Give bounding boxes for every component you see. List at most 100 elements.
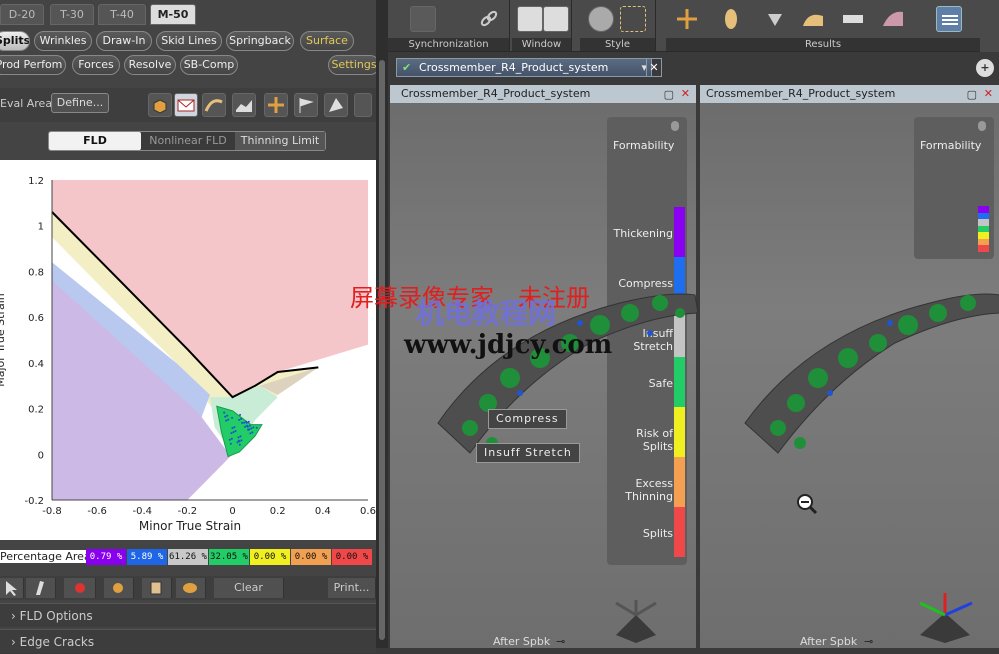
- close-icon[interactable]: ✕: [681, 85, 690, 103]
- callout-compress: Compress: [488, 409, 567, 429]
- strain-point: [247, 420, 250, 423]
- tab-springback[interactable]: Springback: [226, 31, 294, 51]
- document-tab[interactable]: ✔ Crossmember_R4_Product_system ▾: [396, 58, 652, 77]
- box-view-icon[interactable]: [148, 93, 172, 117]
- tab-sb-comp[interactable]: SB-Comp: [180, 55, 238, 75]
- shaded-sphere-icon[interactable]: [588, 6, 614, 32]
- pointer-icon[interactable]: [0, 578, 24, 598]
- trim-results-icon[interactable]: [762, 6, 788, 32]
- y-axis-label: Major True Strain: [0, 293, 7, 387]
- group-style: Style: [580, 0, 656, 52]
- callout-insuff-stretch: Insuff Stretch: [476, 443, 580, 463]
- close-tab-icon[interactable]: ✕: [646, 58, 662, 77]
- pin-icon[interactable]: ⊸: [556, 635, 565, 648]
- strain-point: [237, 436, 240, 439]
- tab-splits[interactable]: Splits: [0, 31, 30, 51]
- section-results-icon[interactable]: [674, 6, 700, 32]
- viewport-2[interactable]: Crossmember_R4_Product_system ▢ ✕ Formab…: [700, 85, 999, 648]
- settings-button[interactable]: Settings: [328, 55, 380, 75]
- variant-tab-m-50[interactable]: M-50: [150, 4, 196, 25]
- more-icon[interactable]: [354, 93, 372, 117]
- pen-icon[interactable]: [26, 578, 56, 598]
- viewport-1[interactable]: Crossmember_R4_Product_system ▢ ✕ Formab…: [390, 85, 699, 648]
- maximize-icon[interactable]: ▢: [967, 86, 977, 104]
- maximize-icon[interactable]: ▢: [664, 86, 674, 104]
- tab-fld[interactable]: FLD: [49, 132, 141, 150]
- strain-point: [240, 439, 243, 442]
- strain-point: [223, 411, 226, 414]
- layers-icon[interactable]: [936, 6, 962, 32]
- measure-icon[interactable]: [104, 578, 134, 598]
- print-button[interactable]: Print...: [328, 578, 376, 598]
- strain-point: [234, 430, 237, 433]
- surface-results-icon[interactable]: [800, 6, 826, 32]
- strain-point: [225, 419, 228, 422]
- tab-resolve[interactable]: Resolve: [124, 55, 176, 75]
- panel-splitter[interactable]: [376, 0, 388, 648]
- legend-label: Thickening: [613, 227, 673, 240]
- x-tick-label: 0.2: [270, 506, 286, 517]
- link-icon[interactable]: [476, 6, 502, 32]
- flag-icon[interactable]: [294, 93, 318, 117]
- section-edge-cracks[interactable]: › Edge Cracks: [0, 629, 376, 653]
- percentage-cell: 0.00 %: [250, 549, 290, 565]
- tab-thinning-limit[interactable]: Thinning Limit: [235, 132, 325, 150]
- y-tick-label: 0: [38, 450, 44, 461]
- blank-results-icon[interactable]: [718, 6, 744, 32]
- fld-chart-svg: -0.8 -0.6 -0.4 -0.2 0 0.2 0.4 0.6 1.2 1 0.8 0.6 0.4 0…: [0, 176, 376, 533]
- splitter-handle[interactable]: [379, 60, 385, 640]
- tab-surface[interactable]: Surface: [300, 31, 354, 51]
- variant-tab-t-40[interactable]: T-40: [98, 4, 146, 25]
- contour-results-icon[interactable]: [880, 6, 906, 32]
- section-cut-icon[interactable]: [264, 93, 288, 117]
- curve-surface-icon[interactable]: [202, 93, 226, 117]
- sync-view-icon[interactable]: [410, 6, 436, 32]
- pin-icon[interactable]: [978, 121, 986, 131]
- section-fld-options[interactable]: › FLD Options: [0, 603, 376, 627]
- record-icon[interactable]: [64, 578, 96, 598]
- group-label-synchronization: Synchronization: [388, 38, 509, 51]
- strain-point: [238, 418, 241, 421]
- profile-icon[interactable]: [232, 93, 256, 117]
- strain-point: [233, 426, 236, 429]
- strain-point: [231, 416, 234, 419]
- pin-icon[interactable]: ⊸: [864, 635, 873, 648]
- sheet-icon[interactable]: [324, 93, 348, 117]
- tab-forces[interactable]: Forces: [72, 55, 120, 75]
- pin-icon[interactable]: [671, 121, 679, 131]
- define-button[interactable]: Define...: [51, 93, 109, 113]
- tab-nonlinear-fld[interactable]: Nonlinear FLD: [141, 132, 235, 150]
- strain-point: [231, 427, 234, 430]
- strain-point: [246, 424, 249, 427]
- clear-button[interactable]: Clear: [214, 578, 284, 598]
- y-tick-label: 1: [38, 222, 44, 233]
- wireframe-icon[interactable]: [620, 6, 646, 32]
- tab-prod-perfom[interactable]: Prod Perfom: [0, 55, 66, 75]
- fld-envelope-icon[interactable]: [174, 93, 198, 117]
- strain-point: [251, 431, 254, 434]
- strain-point: [227, 418, 230, 421]
- close-icon[interactable]: ✕: [984, 85, 993, 103]
- strain-point: [238, 443, 241, 446]
- strain-point: [247, 428, 250, 431]
- percentage-cell: 0.00 %: [332, 549, 372, 565]
- single-window-icon[interactable]: [517, 6, 543, 32]
- tab-wrinkles[interactable]: Wrinkles: [34, 31, 92, 51]
- tab-skid-lines[interactable]: Skid Lines: [156, 31, 222, 51]
- split-window-icon[interactable]: [543, 6, 569, 32]
- tab-draw-in[interactable]: Draw-In: [96, 31, 152, 51]
- mini-color-scale: [978, 206, 989, 252]
- strain-point: [240, 417, 243, 420]
- variant-tab-d-20[interactable]: D-20: [0, 4, 44, 25]
- strain-point: [244, 425, 247, 428]
- add-tab-icon[interactable]: +: [976, 59, 994, 77]
- strain-point: [239, 413, 242, 416]
- strain-point: [243, 421, 246, 424]
- strain-point: [236, 441, 239, 444]
- variant-tab-t-30[interactable]: T-30: [50, 4, 94, 25]
- copy-icon[interactable]: [142, 578, 172, 598]
- eraser-icon[interactable]: [176, 578, 206, 598]
- chevron-right-icon: ›: [11, 609, 16, 623]
- watermark-line3: www.jdjcy.com: [404, 330, 613, 360]
- flange-results-icon[interactable]: [840, 6, 866, 32]
